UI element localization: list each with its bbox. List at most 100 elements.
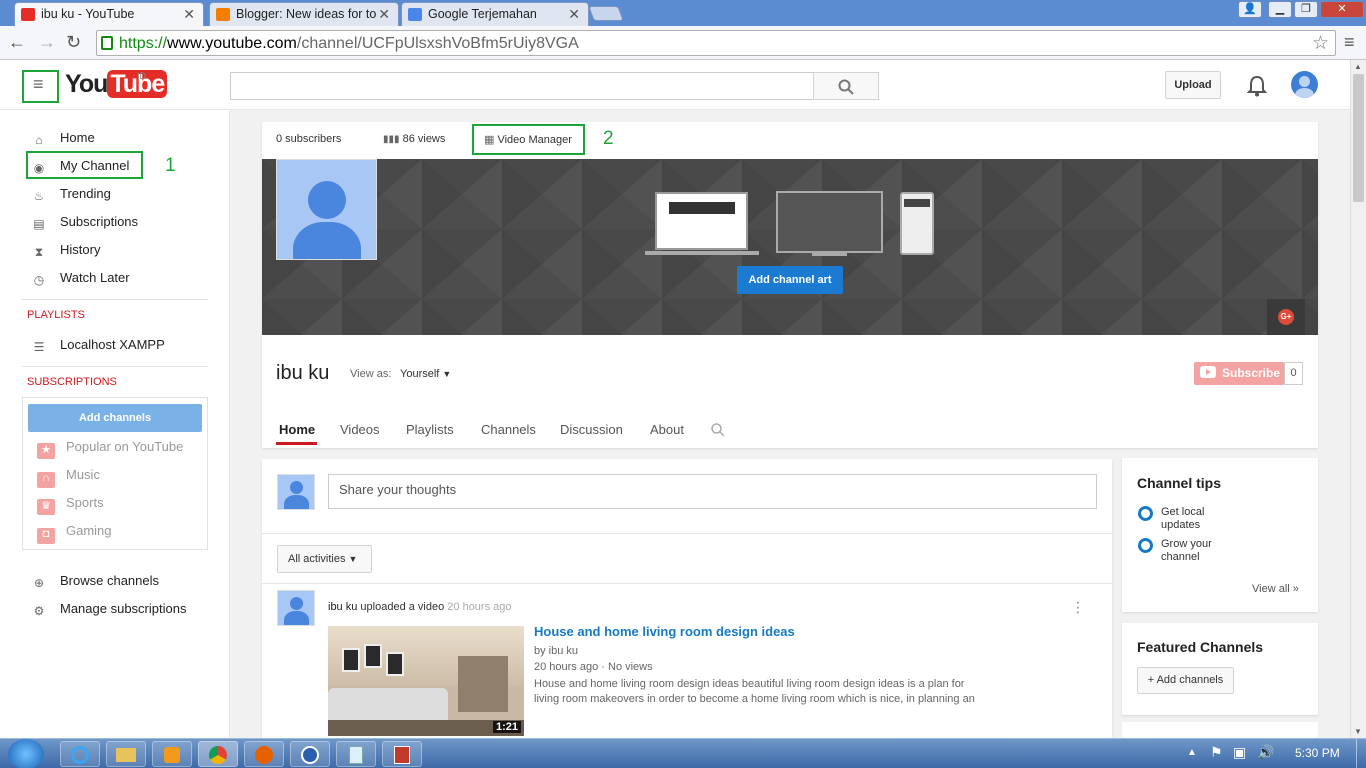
view-all-link[interactable]: View all » [1252, 583, 1299, 595]
notifications-bell-icon[interactable] [1247, 75, 1267, 97]
video-manager-label: Video Manager [497, 134, 572, 146]
add-channel-art-button[interactable]: Add channel art [737, 266, 843, 294]
tray-expand-icon[interactable]: ▲ [1187, 747, 1197, 758]
browser-toolbar: ← → ↻ https://www.youtube.com/channel/UC… [0, 26, 1366, 60]
scroll-down-icon[interactable]: ▼ [1354, 727, 1362, 736]
close-tab-icon[interactable]: ✕ [568, 6, 580, 23]
activity-filter-dropdown[interactable]: All activities ▼ [277, 545, 372, 573]
guide-item-watch-later[interactable]: ◷ Watch Later [32, 270, 130, 287]
close-tab-icon[interactable]: ✕ [183, 6, 195, 23]
minimize-icon[interactable]: ▁ [1268, 1, 1292, 18]
tab-playlists[interactable]: Playlists [406, 422, 454, 437]
more-options-icon[interactable]: ⋮ [1071, 599, 1085, 616]
video-thumbnail[interactable]: 1:21 [328, 626, 524, 736]
restore-icon[interactable]: ❐ [1294, 1, 1318, 18]
suggested-channel-gaming[interactable]: ◘ Gaming [37, 523, 112, 544]
view-as-dropdown[interactable]: Yourself ▼ [400, 368, 451, 380]
volume-icon[interactable]: 🔊 [1257, 744, 1274, 761]
scrollbar-thumb[interactable] [1353, 74, 1364, 202]
filter-label: All activities [288, 553, 346, 565]
start-button[interactable] [8, 739, 44, 768]
tab-videos[interactable]: Videos [340, 422, 380, 437]
suggested-channel-music[interactable]: ∩ Music [37, 467, 100, 488]
tip-get-local-updates[interactable]: Get local updates [1161, 506, 1231, 532]
google-plus-icon[interactable]: G+ [1278, 309, 1294, 325]
guide-item-browse-channels[interactable]: ⊕ Browse channels [32, 573, 159, 590]
guide-menu-icon[interactable]: ≡ [33, 74, 44, 95]
guide-item-manage-subscriptions[interactable]: ⚙ Manage subscriptions [32, 601, 187, 618]
tab-blogger[interactable]: Blogger: New ideas for to ✕ [209, 2, 399, 26]
guide-item-label: Browse channels [60, 573, 159, 588]
close-tab-icon[interactable]: ✕ [378, 6, 390, 23]
search-button[interactable] [813, 72, 879, 100]
youtube-logo[interactable]: You Tube [65, 70, 168, 99]
bookmark-star-icon[interactable]: ☆ [1312, 32, 1329, 55]
guide-item-subscriptions[interactable]: ▤ Subscriptions [32, 214, 138, 231]
upload-button[interactable]: Upload [1165, 71, 1221, 99]
internet-explorer-icon[interactable] [60, 741, 100, 767]
suggested-label: Music [66, 467, 100, 482]
tab-discussion[interactable]: Discussion [560, 422, 623, 437]
show-desktop-button[interactable] [1356, 739, 1366, 768]
address-bar[interactable]: https://www.youtube.com/channel/UCFpUlsx… [96, 30, 1336, 56]
video-by[interactable]: by ibu ku [534, 645, 578, 657]
vertical-scrollbar[interactable]: ▲ ▼ [1350, 60, 1366, 738]
tip-grow-your-channel[interactable]: Grow your channel [1161, 538, 1231, 564]
translate-favicon-icon [408, 8, 422, 21]
tab-title: Google Terjemahan [428, 7, 537, 21]
reload-icon[interactable]: ↻ [66, 32, 81, 53]
notepad-icon[interactable] [336, 741, 376, 767]
search-input[interactable] [230, 72, 814, 100]
network-icon[interactable]: ▣ [1233, 744, 1246, 761]
subscribe-button[interactable]: Subscribe [1194, 362, 1284, 385]
play-icon [1200, 366, 1216, 378]
video-title-link[interactable]: House and home living room design ideas [534, 624, 795, 639]
menu-icon[interactable]: ≡ [1344, 32, 1355, 53]
taskbar-clock[interactable]: 5:30 PM [1295, 746, 1340, 760]
annotation-number-1: 1 [165, 155, 176, 176]
suggested-channel-sports[interactable]: ♛ Sports [37, 495, 104, 515]
firefox-icon[interactable] [244, 741, 284, 767]
file-explorer-icon[interactable] [106, 741, 146, 767]
channel-name: ibu ku [276, 362, 330, 384]
guide-item-home[interactable]: ⌂ Home [32, 130, 94, 147]
forward-icon[interactable]: → [38, 32, 56, 53]
double-chevron-right-icon: » [1292, 583, 1299, 595]
subscriber-count-badge: 0 [1284, 362, 1303, 385]
laptop-preview [655, 192, 748, 250]
feed-divider [262, 583, 1112, 584]
action-center-icon[interactable]: ⚑ [1210, 744, 1223, 761]
app-icon[interactable] [290, 741, 330, 767]
activity-user[interactable]: ibu ku [328, 601, 357, 613]
channel-avatar[interactable] [276, 159, 377, 260]
tab-google-translate[interactable]: Google Terjemahan ✕ [401, 2, 589, 26]
new-tab-button[interactable] [588, 6, 624, 21]
star-icon: ★ [37, 443, 55, 459]
guide-item-trending[interactable]: ♨ Trending [32, 186, 111, 203]
tab-title: Blogger: New ideas for to [236, 7, 377, 21]
account-avatar[interactable] [1291, 71, 1318, 98]
guide-item-history[interactable]: ⧗ History [32, 242, 101, 259]
user-icon[interactable]: 👤 [1238, 1, 1262, 18]
close-icon[interactable]: ✕ [1320, 1, 1364, 18]
video-manager-link[interactable]: ▦ Video Manager [484, 133, 572, 146]
tab-about[interactable]: About [650, 422, 684, 437]
share-thoughts-input[interactable]: Share your thoughts [328, 474, 1097, 509]
back-icon[interactable]: ← [8, 32, 26, 53]
featured-add-channels-button[interactable]: + Add channels [1137, 667, 1234, 694]
annotation-number-2: 2 [603, 128, 614, 149]
home-icon: ⌂ [35, 133, 43, 147]
phone-preview [900, 192, 934, 255]
channel-search-icon[interactable] [711, 423, 725, 437]
suggested-channel-popular[interactable]: ★ Popular on YouTube [37, 439, 183, 459]
guide-item-playlist[interactable]: ☰ Localhost XAMPP [32, 337, 165, 354]
activity-avatar[interactable] [277, 590, 315, 626]
tab-youtube[interactable]: ibu ku - YouTube ✕ [14, 2, 204, 26]
add-channels-button[interactable]: Add channels [28, 404, 202, 432]
tab-home[interactable]: Home [279, 422, 315, 437]
chrome-icon[interactable] [198, 741, 238, 767]
media-player-icon[interactable] [152, 741, 192, 767]
scroll-up-icon[interactable]: ▲ [1354, 62, 1362, 71]
presentation-app-icon[interactable] [382, 741, 422, 767]
tab-channels[interactable]: Channels [481, 422, 536, 437]
